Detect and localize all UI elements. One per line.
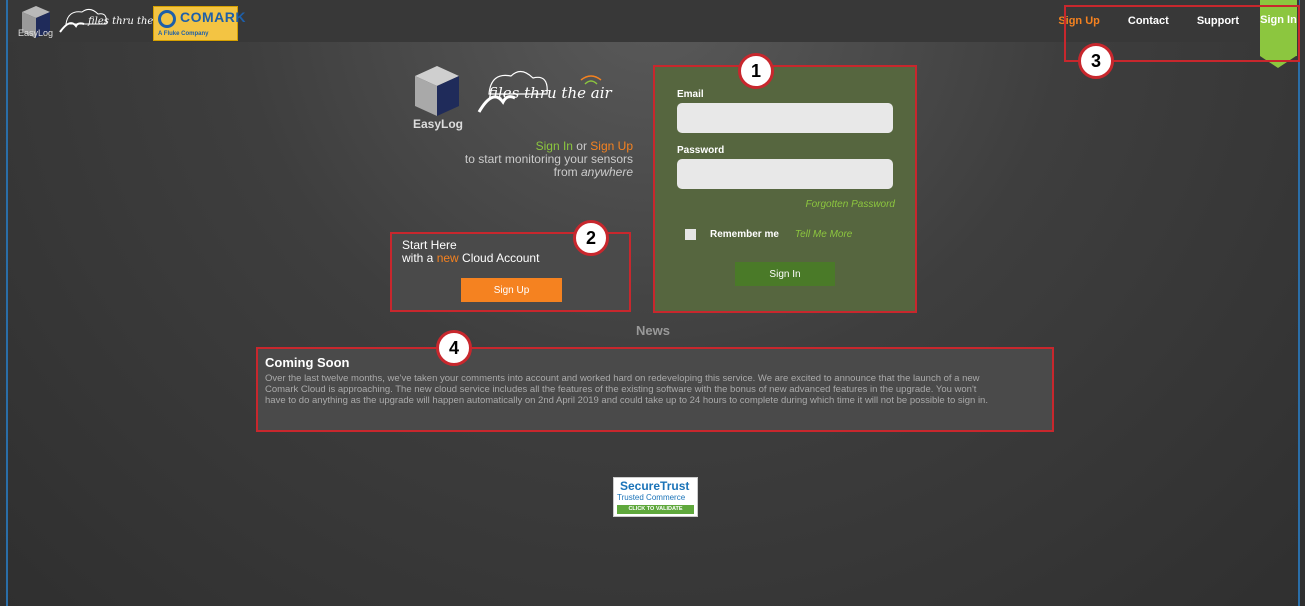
tagline-sign-in-link[interactable]: Sign In bbox=[536, 139, 573, 153]
hero-easylog-label: EasyLog bbox=[413, 117, 464, 131]
tagline-line3: from anywhere bbox=[430, 166, 633, 179]
annotation-badge-3: 3 bbox=[1078, 43, 1114, 79]
annotation-badge-2: 2 bbox=[573, 220, 609, 256]
easylog-small-label: EasyLog bbox=[18, 28, 54, 38]
annotation-badge-4: 4 bbox=[436, 330, 472, 366]
comark-wave-icon bbox=[158, 10, 176, 28]
securetrust-sub: Trusted Commerce bbox=[617, 493, 686, 502]
comark-name: COMARK bbox=[180, 9, 246, 25]
hero-brand-tagline: files thru the air bbox=[488, 84, 612, 102]
securetrust-name: SecureTrust bbox=[620, 479, 690, 493]
tagline-or: or bbox=[572, 139, 591, 153]
hero-tagline: Sign In or Sign Up to start monitoring y… bbox=[430, 140, 633, 179]
annotation-box-4 bbox=[256, 347, 1054, 432]
securetrust-badge[interactable]: SecureTrust Trusted Commerce CLICK TO VA… bbox=[613, 477, 698, 517]
comark-sub: A Fluke Company bbox=[158, 31, 209, 37]
comark-logo[interactable]: COMARK A Fluke Company bbox=[153, 6, 246, 41]
tagline-from: from bbox=[553, 165, 581, 179]
annotation-badge-1: 1 bbox=[738, 53, 774, 89]
annotation-box-1 bbox=[653, 65, 917, 313]
securetrust-validate: CLICK TO VALIDATE bbox=[617, 505, 694, 514]
tagline-sign-up-link[interactable]: Sign Up bbox=[590, 139, 633, 153]
tagline-anywhere: anywhere bbox=[580, 165, 633, 179]
news-heading: News bbox=[636, 323, 670, 338]
